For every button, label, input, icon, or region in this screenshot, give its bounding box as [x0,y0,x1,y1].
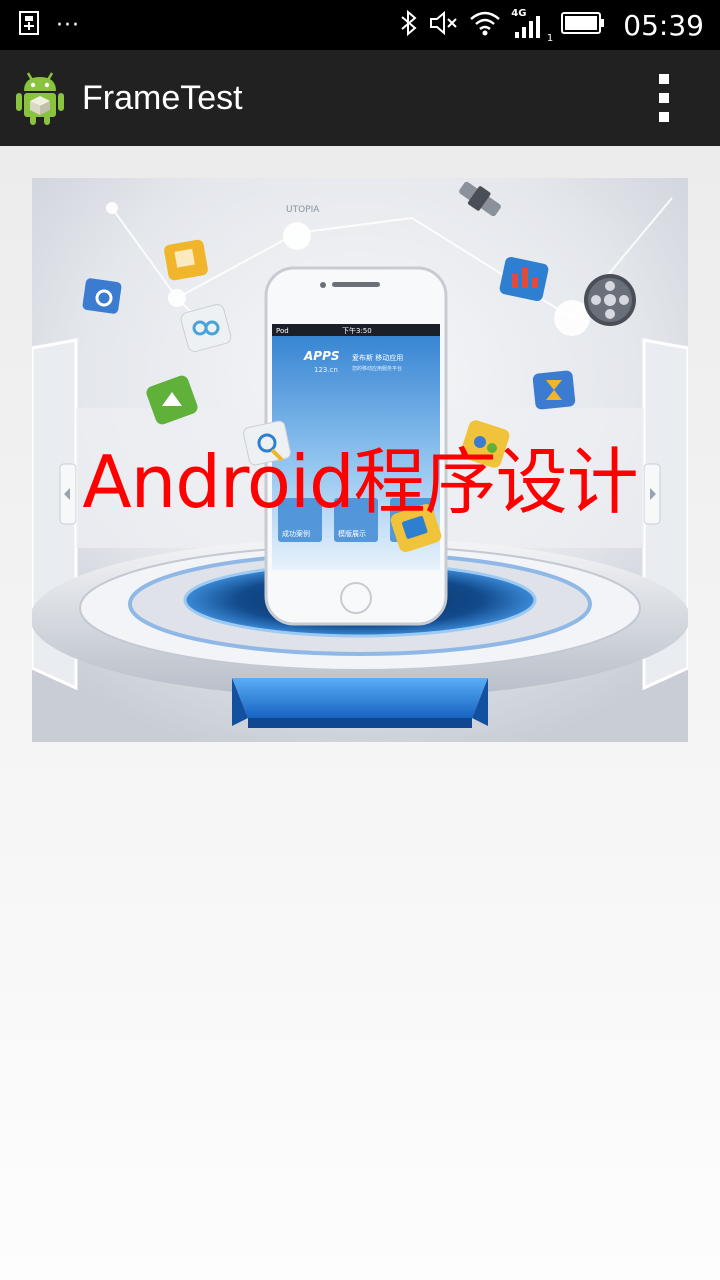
svg-text:成功案例: 成功案例 [282,529,310,538]
mute-icon [429,10,459,40]
status-bar: ··· 4G 1 05:39 [0,0,720,50]
overlay-text: Android程序设计 [82,440,638,524]
bluetooth-icon [399,9,419,40]
svg-text:模版展示: 模版展示 [338,529,366,538]
frame-layout: UTOPIA Pod 下午3:50 APPS 123.cn 爱布斯 移动应用 您… [32,178,688,742]
svg-text:您的移动应用服务平台: 您的移动应用服务平台 [352,365,402,372]
status-time: 05:39 [623,8,704,42]
more-notifications-indicator: ··· [56,12,80,38]
svg-text:Pod: Pod [276,327,289,335]
svg-text:123.cn: 123.cn [314,366,338,374]
signal-icon: 4G 1 [511,8,553,44]
svg-text:UTOPIA: UTOPIA [286,205,320,215]
overflow-menu-icon[interactable] [652,74,676,122]
screen: ··· 4G 1 05:39 FrameTest UTOPIA Pod 下午3:… [0,0,720,1280]
android-icon [14,69,66,127]
svg-text:APPS: APPS [303,349,340,363]
battery-icon [561,11,605,39]
svg-text:下午3:50: 下午3:50 [342,326,372,335]
action-bar: FrameTest [0,50,720,146]
wifi-icon [469,10,501,40]
usb-icon [18,10,40,40]
content-area: UTOPIA Pod 下午3:50 APPS 123.cn 爱布斯 移动应用 您… [0,146,720,1280]
sim-slot-label: 1 [546,33,554,44]
app-title: FrameTest [82,78,243,117]
svg-text:爱布斯 移动应用: 爱布斯 移动应用 [352,353,403,362]
